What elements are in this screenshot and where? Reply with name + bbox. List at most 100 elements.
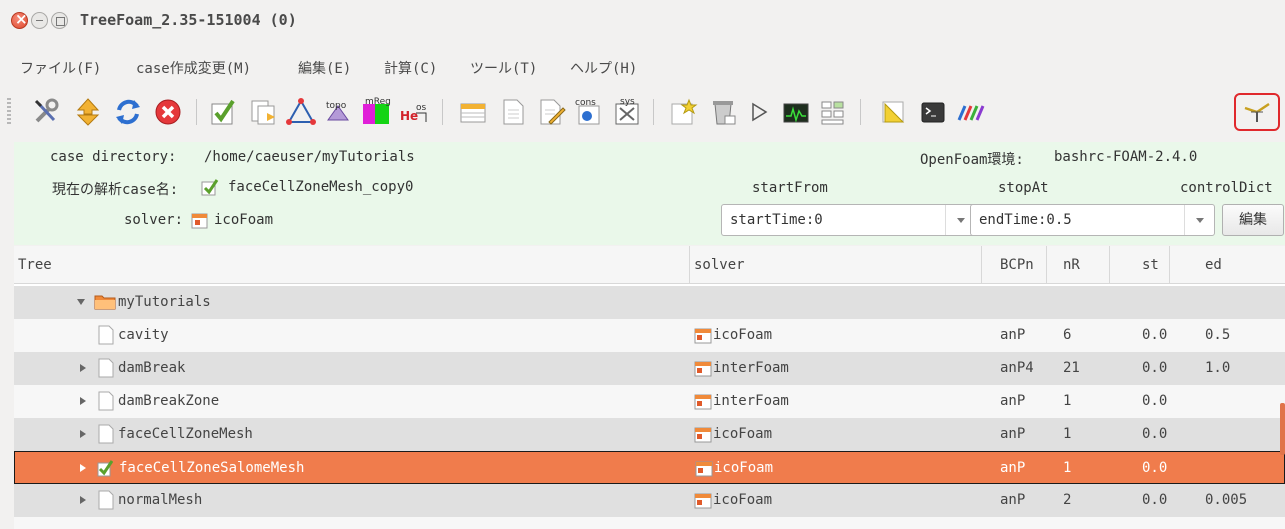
toolbar-grip[interactable] [7,98,11,124]
start-from-value: startTime:0 [730,212,823,228]
case-tree-table: Tree solver BCPn nR st ed myTutorials ca… [14,246,1285,529]
start-from-select[interactable]: startTime:0 [721,204,976,236]
table-icon[interactable] [455,94,491,130]
close-window-button[interactable] [11,10,28,29]
new-case-icon[interactable] [665,94,701,130]
mesh-triangle-icon[interactable] [283,94,319,130]
expander-closed-icon[interactable] [80,464,86,472]
refresh-icon[interactable] [110,94,146,130]
paraview-icon[interactable] [952,94,988,130]
row-st: 0.0 [1142,426,1168,442]
menu-calc[interactable]: 計算(C) [384,58,437,78]
table-row[interactable]: damBreakZone interFoam anP 1 0.0 [14,385,1285,418]
file-icon [98,391,114,411]
solver-icon [694,328,712,344]
maximize-window-button[interactable] [51,12,68,29]
table-row[interactable]: damBreak interFoam anP4 21 0.0 1.0 [14,352,1285,385]
table-row-selected[interactable]: faceCellZoneSalomeMesh icoFoam anP 1 0.0 [14,451,1285,484]
expander-closed-icon[interactable] [80,364,86,372]
row-ed: 0.5 [1205,327,1231,343]
row-case-name: faceCellZoneSalomeMesh [119,460,305,476]
table-row[interactable]: cavity icoFoam anP 6 0.0 0.5 [14,319,1285,352]
toolbar-separator [653,99,654,125]
chevron-down-icon[interactable] [1184,205,1214,235]
menu-bar: ファイル(F) case作成変更(M) 編集(E) 計算(C) ツール(T) ヘ… [0,50,1285,80]
column-header-st[interactable]: st [1110,246,1170,284]
copy-case-icon[interactable] [245,94,281,130]
column-header-ed[interactable]: ed [1170,246,1285,284]
system-icon[interactable]: sys [609,94,645,130]
toolbar-separator [860,99,861,125]
row-nr: 2 [1063,492,1072,508]
helyx-os-icon[interactable]: He os [396,94,432,130]
openfoam-env-value: bashrc-FOAM-2.4.0 [1054,149,1198,165]
row-bcpn: anP [1000,327,1026,343]
row-case-name: faceCellZoneMesh [118,426,253,442]
table-header: Tree solver BCPn nR st ed [14,246,1285,284]
expander-closed-icon[interactable] [80,397,86,405]
minimize-window-button[interactable] [31,12,48,29]
row-nr: 1 [1063,393,1072,409]
menu-tools[interactable]: ツール(T) [470,58,537,78]
stop-at-value: endTime:0.5 [979,212,1072,228]
menu-file[interactable]: ファイル(F) [20,58,101,78]
case-info-panel: case directory: /home/caeuser/myTutorial… [14,142,1285,245]
tools-icon[interactable] [28,94,64,130]
table-row[interactable]: faceCellZoneMesh icoFoam anP 1 0.0 [14,418,1285,451]
control-dict-label: controlDict [1180,180,1273,196]
menu-help[interactable]: ヘルプ(H) [570,58,637,78]
openfoam-env-label: OpenFoam環境: [920,152,1024,168]
row-solver: interFoam [713,393,789,409]
column-header-nr[interactable]: nR [1047,246,1110,284]
plot-icon[interactable] [1234,93,1280,131]
scrollbar-thumb[interactable] [1280,403,1285,455]
checkmark-icon [201,179,219,196]
solver-icon [694,361,712,377]
document-icon[interactable] [495,94,531,130]
row-ed: 0.005 [1205,492,1248,508]
row-nr: 1 [1063,460,1072,476]
folder-icon [94,295,116,310]
row-bcpn: anP [1000,460,1026,476]
constant-icon[interactable]: cons [571,94,607,130]
row-solver: icoFoam [714,460,774,476]
file-icon [98,424,114,444]
title-bar: TreeFoam_2.35-151004 (0) [0,0,1285,42]
stop-icon[interactable] [150,94,186,130]
edit-document-icon[interactable] [533,94,569,130]
row-case-name: normalMesh [118,492,203,508]
column-header-tree[interactable]: Tree [14,246,690,284]
clear-icon[interactable] [705,94,741,130]
menu-edit[interactable]: 編集(E) [298,58,351,78]
checkmark-case-icon[interactable] [205,94,241,130]
case-dir-label: case directory: [50,149,177,165]
expander-closed-icon[interactable] [80,430,86,438]
row-solver: icoFoam [713,426,773,442]
row-bcpn: anP [1000,393,1026,409]
topoSet-icon[interactable]: topo [320,94,356,130]
expander-closed-icon[interactable] [80,496,86,504]
column-header-solver[interactable]: solver [690,246,982,284]
start-from-label: startFrom [752,180,828,196]
run-icon[interactable] [740,94,776,130]
updown-icon[interactable] [70,94,106,130]
monitor-icon[interactable] [778,94,814,130]
row-nr: 21 [1063,360,1080,376]
ruler-icon[interactable] [875,94,911,130]
terminal-icon[interactable] [915,94,951,130]
column-header-bcpn[interactable]: BCPn [982,246,1047,284]
tree-root-label: myTutorials [118,294,211,310]
tree-row-root[interactable]: myTutorials [14,286,1285,319]
row-case-name: damBreak [118,360,186,376]
layout-icon[interactable] [815,94,851,130]
stop-at-select[interactable]: endTime:0.5 [970,204,1215,236]
mReg-icon[interactable]: mReg [358,94,394,130]
row-st: 0.0 [1142,327,1168,343]
table-row[interactable]: normalMesh icoFoam anP 2 0.0 0.005 [14,484,1285,517]
row-nr: 1 [1063,426,1072,442]
menu-case[interactable]: case作成変更(M) [136,58,251,78]
expander-open-icon[interactable] [77,299,85,305]
toolbar-separator [196,99,197,125]
edit-controlDict-button[interactable]: 編集 [1222,204,1284,236]
topo-label: topo [326,101,347,111]
